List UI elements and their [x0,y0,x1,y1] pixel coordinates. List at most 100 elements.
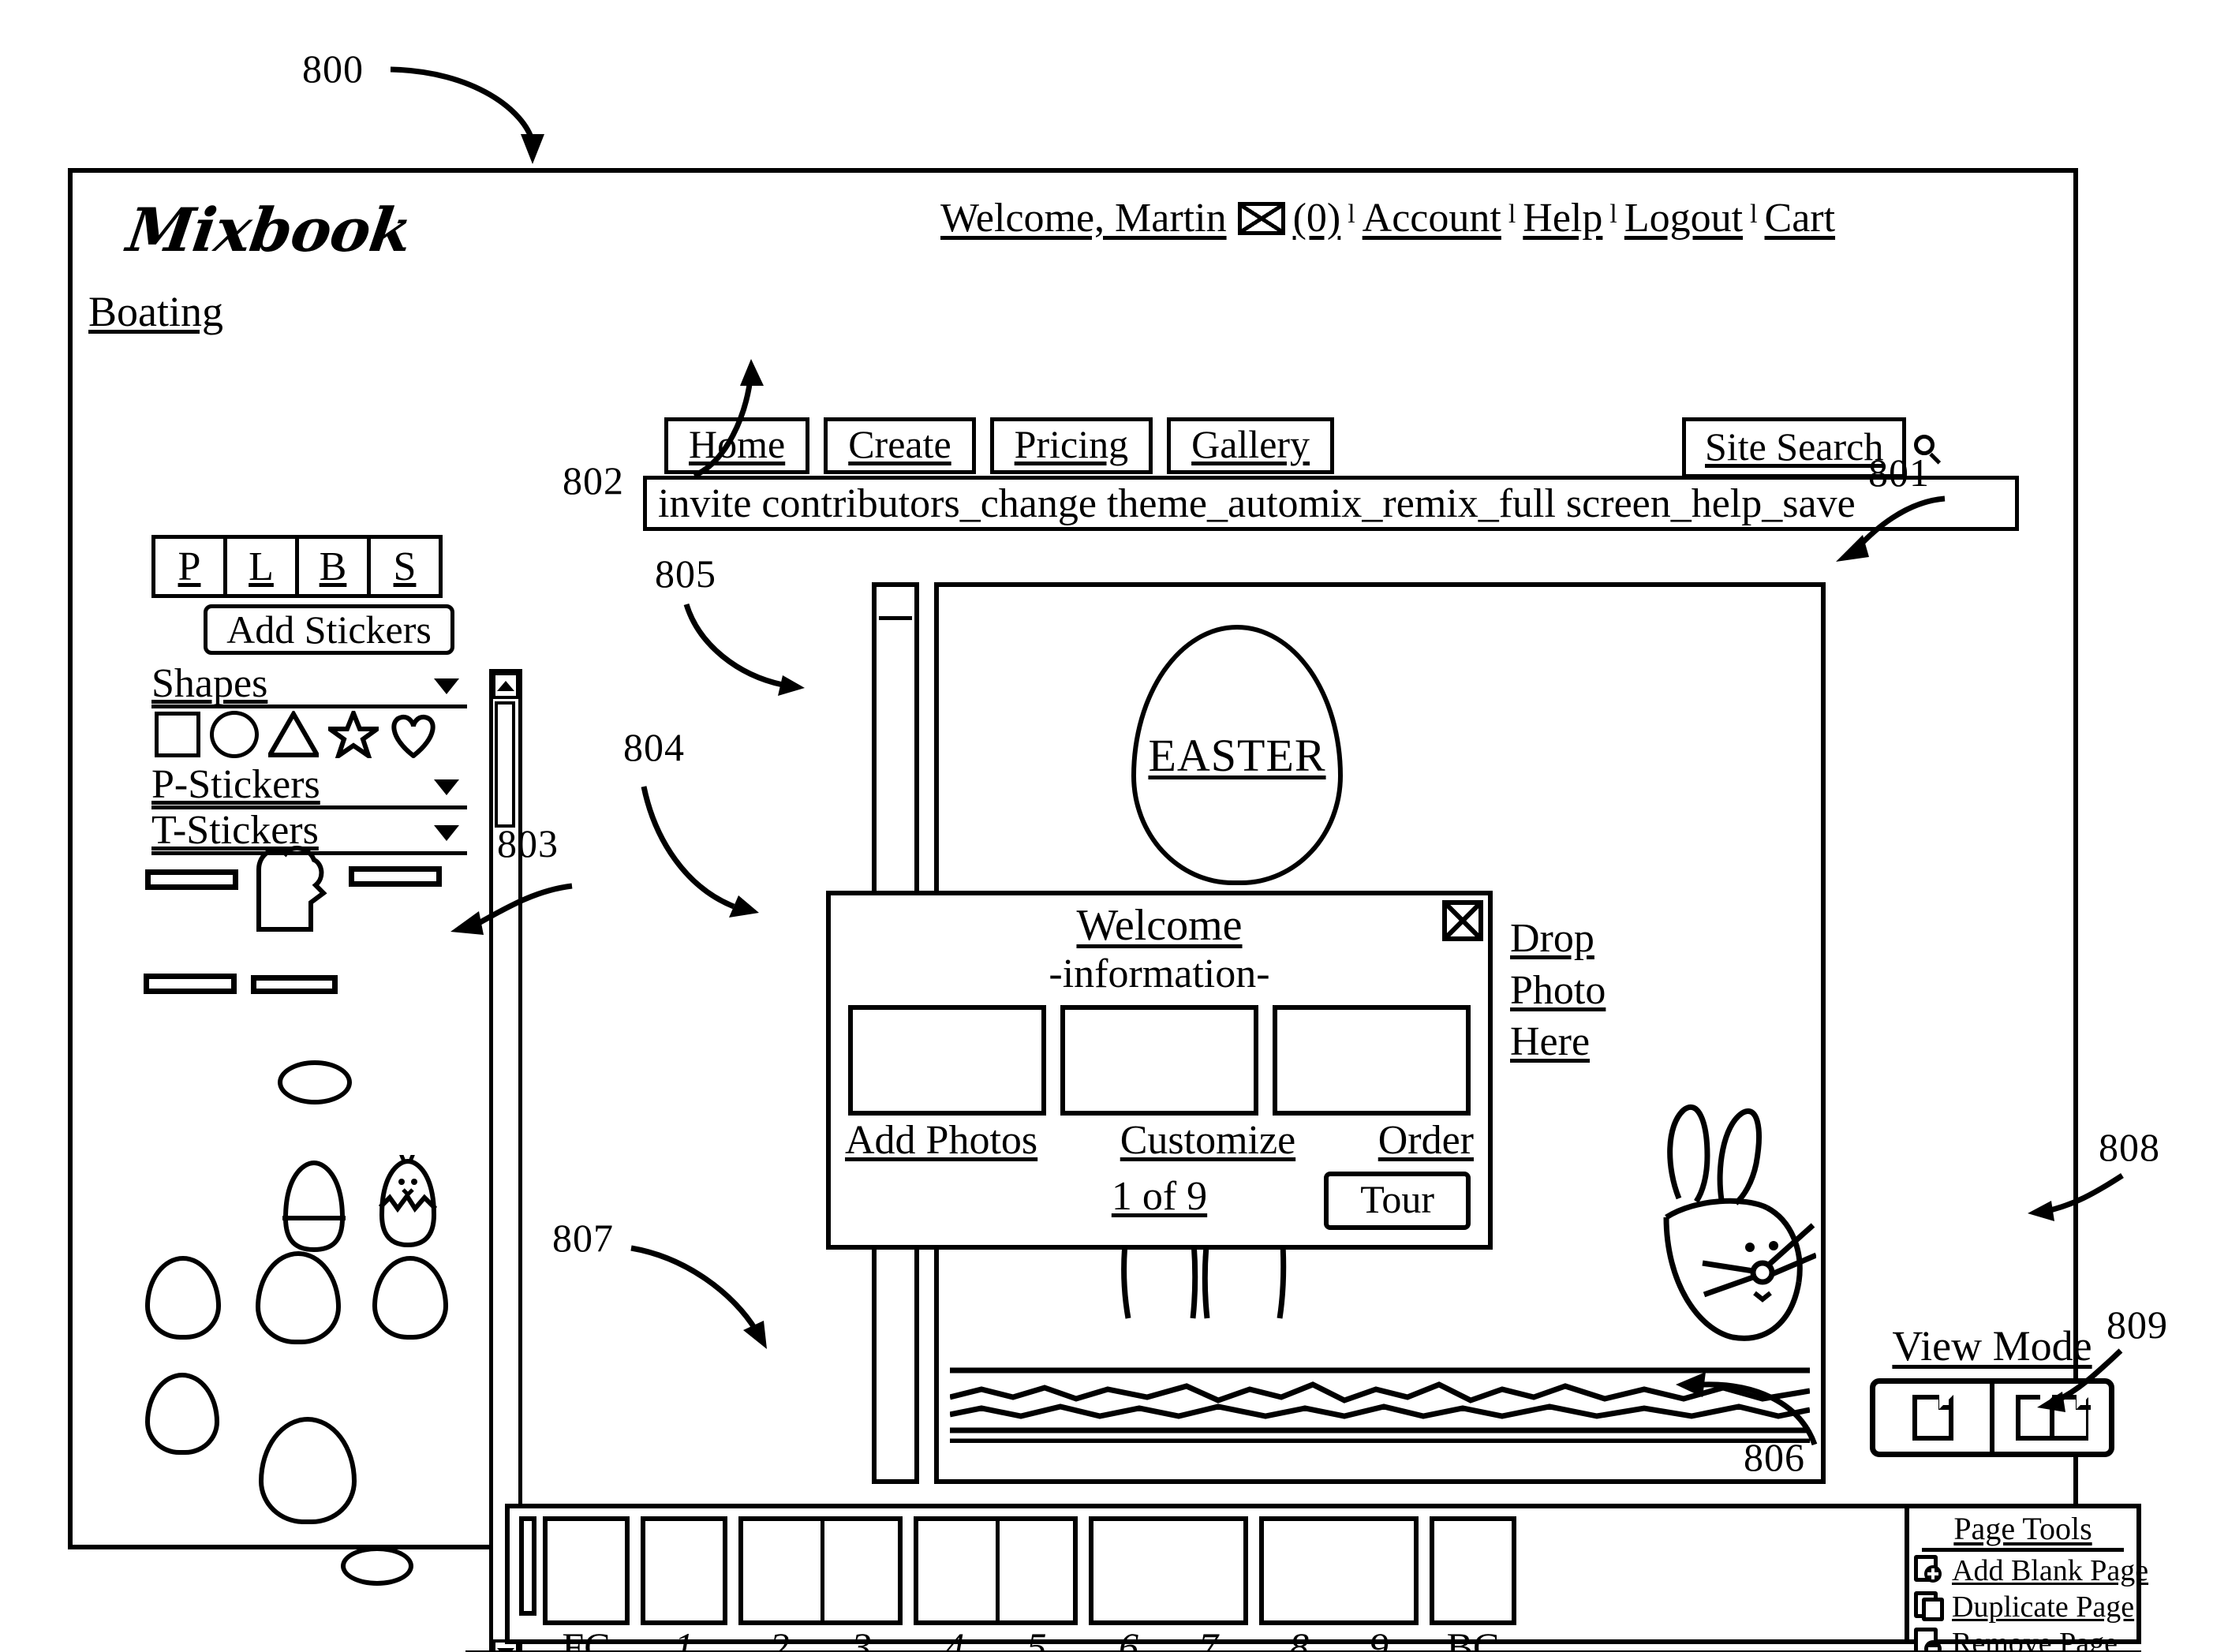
add-blank-page-row[interactable]: Add Blank Page [1914,1553,2148,1588]
duplicate-page-row[interactable]: Duplicate Page [1914,1590,2136,1624]
thumb-group-fc[interactable]: FC [543,1516,630,1652]
page-thumbnail[interactable] [1264,1521,1414,1620]
help-link[interactable]: Help [1523,195,1602,241]
scroll-up-button[interactable] [492,672,519,699]
shape-triangle[interactable] [268,711,319,758]
thumb-group-6-7[interactable]: 6 7 [1089,1516,1248,1652]
ref-805: 805 [655,551,716,596]
sticker-bar-1[interactable] [145,869,238,890]
sticker-grid [144,846,467,1652]
sidebar-tab-p[interactable]: P [151,535,227,598]
sticker-egg-3[interactable] [372,1256,448,1340]
modal-tile-labels: Add Photos Customize Order [831,1117,1488,1164]
ref-808: 808 [2099,1125,2160,1169]
sidebar-tab-b[interactable]: B [295,535,371,598]
message-count[interactable]: (0) [1293,195,1341,241]
canvas-scroll-thumb[interactable] [879,589,912,620]
sticker-ellipse-2[interactable] [341,1546,413,1586]
sticker-chick-silhouette[interactable] [248,846,335,934]
welcome-modal[interactable]: Welcome -information- Add Photos Customi… [826,891,1493,1250]
sticker-ellipse-1[interactable] [278,1060,352,1104]
sticker-bar-4[interactable] [251,975,338,994]
sidebar-tab-s[interactable]: S [367,535,443,598]
sticker-egg-1[interactable] [145,1256,221,1340]
separator-2: l [1508,199,1516,229]
shape-square[interactable] [155,712,200,757]
single-page-view-button[interactable] [1875,1384,1994,1452]
cart-link[interactable]: Cart [1765,195,1836,241]
editor-toolbar[interactable]: invite contributors_change theme_automix… [643,476,2019,531]
page-label-6: 6 [1119,1624,1138,1652]
sticker-bar-3[interactable] [144,974,237,994]
shapes-section-header[interactable]: Shapes [151,661,467,708]
remove-page-row[interactable]: Remove Page [1914,1626,2136,1652]
grass-border-art [950,1367,1810,1443]
nav-create-button[interactable]: Create [824,417,976,474]
sticker-hatching-chick[interactable] [364,1155,451,1250]
drop-line-3: Here [1510,1019,1591,1065]
ref-807: 807 [552,1216,614,1260]
two-page-spread-icon [2015,1395,2091,1441]
envelope-icon[interactable] [1237,201,1285,235]
modal-tile-customize[interactable] [1060,1005,1258,1116]
page-thumbnail[interactable] [1434,1521,1512,1620]
sticker-egg-2[interactable] [256,1251,341,1344]
separator-1: l [1348,199,1355,229]
project-title: Boating [88,288,223,335]
sticker-bar-2[interactable] [349,866,442,887]
sticker-egg-4[interactable] [145,1373,219,1455]
chevron-down-icon-tstickers[interactable] [434,825,459,841]
drop-photo-here-hint: Drop Photo Here [1510,913,1606,1068]
easter-title-egg[interactable]: EASTER [1131,625,1343,885]
page-label-fc: FC [562,1624,611,1652]
spread-view-button[interactable] [1994,1384,2109,1452]
view-mode-group: View Mode [1870,1321,2114,1457]
thumb-group-1[interactable]: 1 [641,1516,727,1652]
single-page-icon [1912,1395,1953,1441]
page-thumbnail[interactable] [743,1521,821,1620]
sticker-egg-5[interactable] [259,1417,357,1524]
nav-pricing-button[interactable]: Pricing [989,417,1153,474]
shape-heart[interactable] [388,711,439,758]
scroll-thumb[interactable] [495,701,515,828]
modal-tile-add-photos[interactable] [848,1005,1046,1116]
add-stickers-button[interactable]: Add Stickers [204,604,454,655]
chevron-down-icon-shapes[interactable] [434,678,459,694]
thumb-group-2-3[interactable]: 2 3 [738,1516,903,1652]
page-plus-icon [1914,1555,1947,1587]
p-stickers-section-header[interactable]: P-Stickers [151,762,467,809]
welcome-greeting[interactable]: Welcome, Martin [940,195,1227,241]
nav-gallery-button[interactable]: Gallery [1167,417,1335,474]
sidebar-tab-l[interactable]: L [223,535,299,598]
page-thumbnail[interactable] [996,1521,1073,1620]
logout-link[interactable]: Logout [1624,195,1743,241]
view-mode-buttons [1870,1378,2114,1457]
ref-809: 809 [2107,1303,2168,1347]
sticker-sidebar: P L B S Add Stickers Shapes P-Stickers T… [144,535,522,1652]
tour-button[interactable]: Tour [1324,1172,1471,1230]
leader-800 [390,66,544,164]
account-link[interactable]: Account [1363,195,1501,241]
customize-link[interactable]: Customize [1120,1117,1295,1164]
page-thumbnail[interactable] [821,1521,898,1620]
shapes-section-label: Shapes [151,661,268,706]
page-thumbnail[interactable] [548,1521,625,1620]
page-thumbnail-strip[interactable]: FC 1 2 3 4 5 6 7 8 9 BC [505,1504,1941,1652]
thumb-group-8-9[interactable]: 8 9 [1259,1516,1419,1652]
page-thumbnail[interactable] [918,1521,996,1620]
page-thumbnail[interactable] [645,1521,723,1620]
strip-grip-handle[interactable] [519,1516,536,1616]
shape-circle[interactable] [210,711,259,758]
page-thumbnail[interactable] [1093,1521,1243,1620]
order-link[interactable]: Order [1378,1117,1474,1164]
sticker-egg-cup[interactable] [271,1160,358,1253]
shape-star[interactable] [328,711,379,758]
modal-tile-order[interactable] [1273,1005,1471,1116]
thumb-group-bc[interactable]: BC [1430,1516,1516,1652]
nav-home-button[interactable]: Home [664,417,810,474]
page-tools-panel: Page Tools Add Blank Page Duplicate Page… [1905,1504,2148,1652]
chevron-down-icon-pstickers[interactable] [434,779,459,795]
thumb-group-4-5[interactable]: 4 5 [914,1516,1078,1652]
add-photos-link[interactable]: Add Photos [845,1117,1037,1164]
close-icon[interactable] [1442,900,1483,941]
